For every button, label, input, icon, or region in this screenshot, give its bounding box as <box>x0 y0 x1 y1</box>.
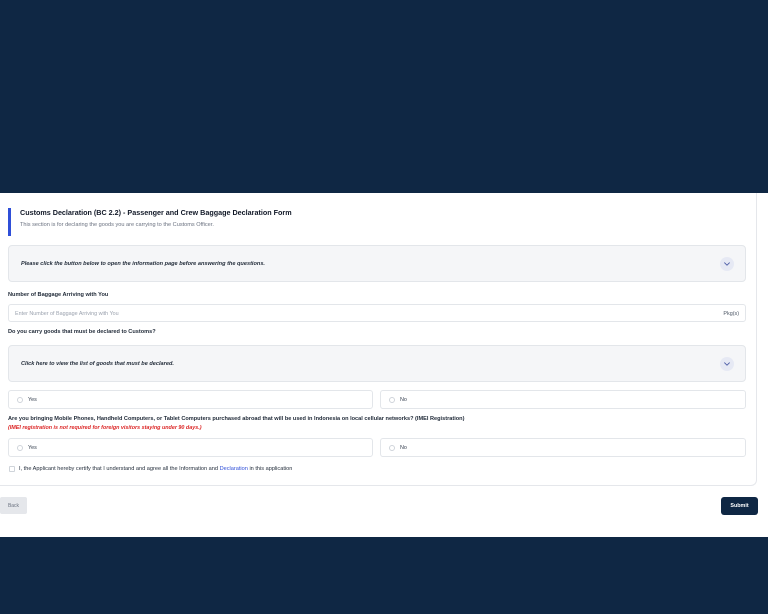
imei-question: Are you bringing Mobile Phones, Handheld… <box>8 416 465 422</box>
info-accordion[interactable]: Please click the button below to open th… <box>8 245 746 282</box>
back-button[interactable]: Back <box>0 497 27 514</box>
declare-goods-no-option[interactable]: No <box>380 390 746 409</box>
declaration-link[interactable]: Declaration <box>220 466 248 472</box>
chevron-down-icon[interactable] <box>720 257 734 271</box>
certify-text: I, the Applicant hereby certify that I u… <box>19 466 219 472</box>
baggage-count-placeholder: Enter Number of Baggage Arriving with Yo… <box>15 311 119 317</box>
declare-goods-question: Do you carry goods that must be declared… <box>8 329 156 335</box>
page-title: Customs Declaration (BC 2.2) - Passenger… <box>20 208 292 217</box>
certify-checkbox[interactable] <box>9 466 15 472</box>
radio-button[interactable] <box>389 397 395 403</box>
baggage-count-input[interactable]: Enter Number of Baggage Arriving with Yo… <box>8 304 746 322</box>
imei-note: (IMEI registration is not required for f… <box>8 425 202 431</box>
certify-statement: I, the Applicant hereby certify that I u… <box>19 466 292 472</box>
radio-label: No <box>400 397 407 403</box>
radio-label: No <box>400 445 407 451</box>
baggage-unit-suffix: Pkg(s) <box>723 311 739 317</box>
declare-goods-yes-option[interactable]: Yes <box>8 390 373 409</box>
radio-button[interactable] <box>17 445 23 451</box>
radio-label: Yes <box>28 445 37 451</box>
imei-yes-option[interactable]: Yes <box>8 438 373 457</box>
baggage-count-label: Number of Baggage Arriving with You <box>8 292 109 298</box>
form-card: Customs Declaration (BC 2.2) - Passenger… <box>0 193 757 486</box>
form-header: Customs Declaration (BC 2.2) - Passenger… <box>8 208 748 236</box>
goods-list-accordion[interactable]: Click here to view the list of goods tha… <box>8 345 746 382</box>
chevron-down-icon[interactable] <box>720 357 734 371</box>
form-panel: Customs Declaration (BC 2.2) - Passenger… <box>0 193 768 537</box>
goods-list-accordion-text: Click here to view the list of goods tha… <box>21 361 174 367</box>
radio-button[interactable] <box>389 445 395 451</box>
imei-no-option[interactable]: No <box>380 438 746 457</box>
radio-button[interactable] <box>17 397 23 403</box>
info-accordion-text: Please click the button below to open th… <box>21 261 265 267</box>
page-subtitle: This section is for declaring the goods … <box>20 222 214 228</box>
certify-text-end: in this application <box>249 466 293 472</box>
radio-label: Yes <box>28 397 37 403</box>
submit-button[interactable]: Submit <box>721 497 758 515</box>
